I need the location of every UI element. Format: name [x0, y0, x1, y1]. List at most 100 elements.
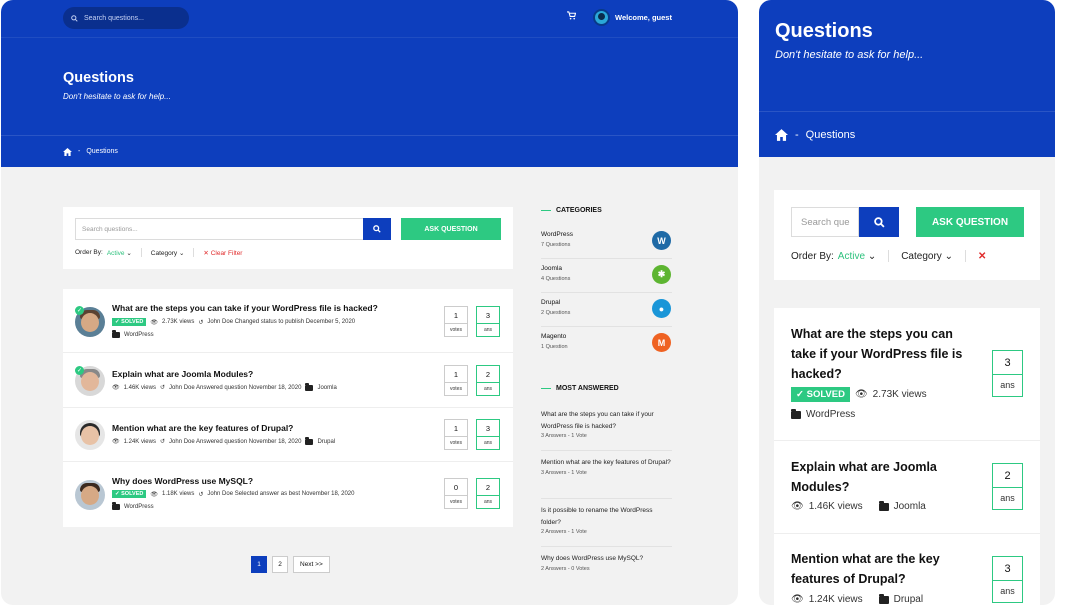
- most-answered-widget: MOST ANSWERED What are the steps you can…: [541, 385, 672, 585]
- activity-text: John Doe Selected answer as best Novembe…: [207, 491, 355, 497]
- most-answered-title[interactable]: Why does WordPress use MySQL?: [541, 553, 672, 565]
- folder-icon: [878, 593, 889, 604]
- filter-row: Order By: Active ⌄ Category ⌄ ✕ Clear Fi…: [75, 248, 242, 257]
- ask-question-button[interactable]: ASK QUESTION: [401, 218, 501, 240]
- list-item[interactable]: ✓ What are the steps you can take if you…: [63, 289, 513, 353]
- clear-filter-button[interactable]: ✕ Clear Filter: [203, 249, 242, 257]
- question-category[interactable]: Drupal: [317, 439, 335, 445]
- mobile-search-input[interactable]: Search que: [791, 207, 859, 237]
- question-category[interactable]: WordPress: [112, 502, 154, 510]
- most-answered-item[interactable]: Is it possible to rename the WordPress f…: [541, 499, 672, 547]
- question-title[interactable]: Explain what are Joomla Modules?: [112, 369, 253, 379]
- search-icon: [373, 225, 381, 233]
- most-answered-item[interactable]: Why does WordPress use MySQL? 2 Answers …: [541, 547, 672, 583]
- category-item-wordpress[interactable]: WordPress 7 Questions W: [541, 225, 672, 259]
- question-search-button[interactable]: [363, 218, 391, 240]
- category-count: 1 Question: [541, 344, 568, 350]
- category-item-magento[interactable]: Magento 1 Question M: [541, 327, 672, 361]
- mobile-ask-question-button[interactable]: ASK QUESTION: [916, 207, 1024, 237]
- eye-icon: 👁: [150, 319, 158, 326]
- question-meta: ✓ SOLVED 👁 1.18K views ↺ John Doe Selected…: [112, 490, 354, 498]
- solved-badge: ✓ SOLVED: [112, 490, 147, 498]
- page-2-button[interactable]: 2: [272, 556, 288, 573]
- question-title[interactable]: Why does WordPress use MySQL?: [112, 476, 253, 486]
- list-item[interactable]: Mention what are the key features of Dru…: [63, 408, 513, 462]
- page-subtitle: Don't hesitate to ask for help...: [63, 92, 171, 101]
- check-icon: ✓: [75, 306, 84, 315]
- question-title[interactable]: What are the steps you can take if your …: [112, 303, 378, 313]
- question-category[interactable]: Joomla: [317, 385, 336, 391]
- order-by-dropdown[interactable]: Active ⌄: [838, 251, 876, 262]
- categories-widget: CATEGORIES WordPress 7 Questions W Jooml…: [541, 207, 672, 357]
- most-answered-title[interactable]: Is it possible to rename the WordPress f…: [541, 505, 672, 528]
- question-category[interactable]: Joomla: [894, 501, 926, 512]
- folder-icon: [112, 502, 120, 510]
- category-item-drupal[interactable]: Drupal 2 Questions ●: [541, 293, 672, 327]
- most-answered-title[interactable]: What are the steps you can take if your …: [541, 409, 672, 432]
- close-icon: ✕: [203, 249, 209, 257]
- eye-icon: 👁: [150, 491, 158, 498]
- header-search-input[interactable]: Search questions...: [63, 7, 189, 29]
- page-1-button[interactable]: 1: [251, 556, 267, 573]
- breadcrumb-separator: -: [78, 148, 81, 155]
- most-answered-stats: 2 Answers - 1 Vote: [541, 529, 587, 535]
- question-title[interactable]: Explain what are Joomla Modules?: [791, 457, 981, 497]
- answers-count: 3 ans: [992, 350, 1023, 397]
- votes-count: 1 votes: [444, 306, 468, 337]
- pagination: 1 2 Next >>: [251, 556, 330, 573]
- question-category[interactable]: WordPress: [112, 330, 154, 338]
- clear-filter-icon[interactable]: ✕: [978, 251, 986, 262]
- most-answered-stats: 3 Answers - 1 Vote: [541, 469, 587, 476]
- votes-count: 0 votes: [444, 478, 468, 509]
- views-count: 1.46K views: [123, 384, 156, 391]
- list-item[interactable]: What are the steps you can take if your …: [774, 308, 1040, 441]
- question-search-placeholder: Search questions...: [82, 225, 138, 233]
- question-category[interactable]: WordPress: [791, 408, 855, 420]
- mobile-filter-card: Search que ASK QUESTION Order By: Active…: [774, 190, 1040, 280]
- most-answered-stats: 3 Answers - 1 Vote: [541, 433, 587, 439]
- folder-icon: [305, 382, 314, 391]
- question-search-input[interactable]: Search questions...: [75, 218, 375, 240]
- list-item[interactable]: ✓ Explain what are Joomla Modules? 👁 1.46…: [63, 353, 513, 408]
- views-count: 1.24K views: [808, 594, 863, 605]
- votes-count: 1 votes: [444, 419, 468, 450]
- history-icon: ↺: [159, 385, 166, 391]
- order-by-label: Order By:: [75, 249, 103, 256]
- breadcrumb: - Questions: [1, 135, 738, 167]
- most-answered-item[interactable]: Mention what are the key features of Dru…: [541, 451, 672, 499]
- category-name: WordPress: [541, 231, 574, 238]
- category-name: Joomla: [541, 265, 562, 272]
- avatar: [75, 420, 105, 450]
- views-count: 2.73K views: [161, 319, 195, 325]
- question-meta: 👁 1.46K views Joomla: [791, 500, 926, 512]
- cart-icon[interactable]: [567, 11, 577, 22]
- chevron-down-icon: ⌄: [178, 249, 185, 257]
- category-dropdown[interactable]: Category ⌄: [901, 251, 953, 262]
- most-answered-title[interactable]: Mention what are the key features of Dru…: [541, 457, 672, 469]
- most-answered-item[interactable]: What are the steps you can take if your …: [541, 403, 672, 451]
- list-item[interactable]: Why does WordPress use MySQL? ✓ SOLVED 👁…: [63, 462, 513, 527]
- answers-count: 3 ans: [992, 556, 1023, 603]
- home-icon[interactable]: [63, 147, 72, 156]
- category-name: Drupal: [541, 299, 561, 306]
- question-title[interactable]: Mention what are the key features of Dru…: [112, 423, 293, 433]
- magento-icon: M: [652, 333, 671, 352]
- next-page-button[interactable]: Next >>: [293, 556, 330, 573]
- joomla-icon: ✱: [652, 265, 671, 284]
- user-menu[interactable]: Welcome, guest: [593, 9, 672, 26]
- mobile-search-button[interactable]: [859, 207, 899, 237]
- order-by-dropdown[interactable]: Active ⌄: [107, 249, 132, 257]
- list-item[interactable]: Explain what are Joomla Modules? 👁 1.46K …: [774, 441, 1040, 534]
- history-icon: ↺: [198, 491, 204, 498]
- list-item[interactable]: Mention what are the key features of Dru…: [774, 534, 1040, 605]
- question-category[interactable]: Drupal: [894, 594, 923, 605]
- user-avatar: [593, 9, 610, 26]
- question-title[interactable]: What are the steps you can take if your …: [791, 324, 981, 384]
- home-icon[interactable]: [775, 128, 788, 141]
- category-name: Magento: [541, 333, 567, 340]
- question-title[interactable]: Mention what are the key features of Dru…: [791, 549, 981, 589]
- solved-badge: ✓ SOLVED: [112, 318, 147, 326]
- breadcrumb-current: Questions: [805, 128, 856, 141]
- category-dropdown[interactable]: Category ⌄: [151, 249, 185, 257]
- category-item-joomla[interactable]: Joomla 4 Questions ✱: [541, 259, 672, 293]
